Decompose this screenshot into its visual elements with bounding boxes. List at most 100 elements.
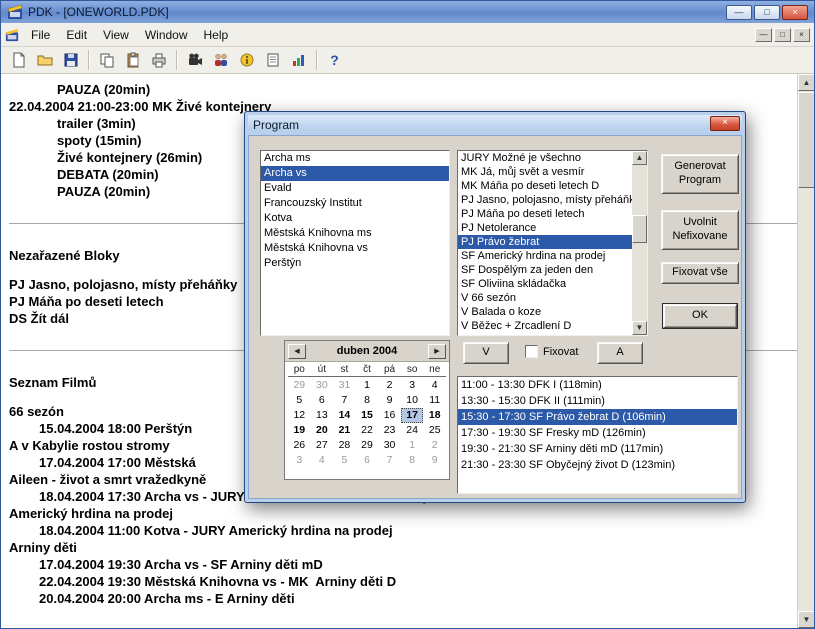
dialog-close-button[interactable]: × [710,116,740,131]
schedule-listbox[interactable]: 11:00 - 13:30 DFK I (118min) 13:30 - 15:3… [457,376,738,494]
calendar-day[interactable]: 26 [288,438,311,453]
schedule-item[interactable]: 15:30 - 17:30 SF Právo žebrat D (106min) [458,409,737,425]
mdi-restore-button[interactable]: □ [774,27,791,42]
menu-item[interactable]: View [95,25,137,45]
calendar-next-month-icon[interactable]: ▶ [428,343,446,359]
schedule-item[interactable]: 19:30 - 21:30 SF Arniny děti mD (117min) [458,441,737,457]
paste-button[interactable] [120,48,145,72]
open-folder-button[interactable] [32,48,57,72]
calendar-day[interactable]: 5 [288,393,311,408]
report-button[interactable] [260,48,285,72]
menu-item[interactable]: File [23,25,58,45]
film-item[interactable]: JURY Možné je všechno [458,151,632,165]
calendar-day[interactable]: 6 [311,393,334,408]
ok-button[interactable]: OK [662,303,738,329]
document-vertical-scrollbar[interactable]: ▲ ▼ [797,74,814,628]
calendar-day[interactable]: 18 [423,408,446,423]
schedule-item[interactable]: 11:00 - 13:30 DFK I (118min) [458,377,737,393]
film-item[interactable]: PJ Jasno, polojasno, místy přeháňky [458,193,632,207]
calendar-day[interactable]: 2 [423,438,446,453]
help-button[interactable]: ? [322,48,347,72]
calendar-day[interactable]: 3 [288,453,311,468]
schedule-item[interactable]: 13:30 - 15:30 DFK II (111min) [458,393,737,409]
venue-item[interactable]: Perštýn [261,256,449,271]
venue-item[interactable]: Městská Knihovna vs [261,241,449,256]
calendar-day[interactable]: 11 [423,393,446,408]
venue-item[interactable]: Archa ms [261,151,449,166]
schedule-item[interactable]: 17:30 - 19:30 SF Fresky mD (126min) [458,425,737,441]
calendar-day[interactable]: 23 [378,423,401,438]
scroll-up-icon[interactable]: ▲ [798,74,814,91]
calendar-day[interactable]: 30 [311,378,334,393]
calendar-day[interactable]: 21 [333,423,356,438]
film-item[interactable]: V Balada o koze [458,305,632,319]
schedule-item[interactable]: 21:30 - 23:30 SF Obyčejný život D (123mi… [458,457,737,473]
mdi-child-icon[interactable] [5,28,19,42]
calendar-day[interactable]: 15 [356,408,379,423]
film-item[interactable]: PJ Netolerance [458,221,632,235]
menu-item[interactable]: Edit [58,25,95,45]
chart-button[interactable] [286,48,311,72]
new-document-button[interactable] [6,48,31,72]
scroll-down-icon[interactable]: ▼ [798,611,814,628]
scroll-down-icon[interactable]: ▼ [632,321,647,335]
venue-item[interactable]: Kotva [261,211,449,226]
calendar-day[interactable]: 29 [288,378,311,393]
calendar-day[interactable]: 31 [333,378,356,393]
film-list-scrollbar[interactable]: ▲ ▼ [632,151,647,335]
a-button[interactable]: A [597,342,643,364]
calendar-day[interactable]: 20 [311,423,334,438]
film-item[interactable]: PJ Právo žebrat [458,235,632,249]
save-button[interactable] [58,48,83,72]
venue-item[interactable]: Francouzský Institut [261,196,449,211]
film-item[interactable]: MK Já, můj svět a vesmír [458,165,632,179]
film-item[interactable]: V 66 sezón [458,291,632,305]
calendar-day[interactable]: 6 [356,453,379,468]
fixovat-checkbox[interactable]: Fixovat [525,345,578,358]
venue-item[interactable]: Archa vs [261,166,449,181]
venue-listbox[interactable]: Archa ms Archa vs Evald Francouzský Institu… [260,150,450,336]
mdi-minimize-button[interactable]: — [755,27,772,42]
calendar-day[interactable]: 14 [333,408,356,423]
film-item[interactable]: SF Americký hrdina na prodej [458,249,632,263]
calendar-day[interactable]: 4 [311,453,334,468]
calendar-day[interactable]: 13 [311,408,334,423]
film-item[interactable]: MK Máňa po deseti letech D [458,179,632,193]
calendar-day[interactable]: 27 [311,438,334,453]
calendar-day[interactable]: 29 [356,438,379,453]
copy-button[interactable] [94,48,119,72]
menu-item[interactable]: Window [137,25,196,45]
calendar-day[interactable]: 17 [400,408,424,423]
calendar-day[interactable]: 4 [423,378,446,393]
film-item[interactable]: V Běžec + Zrcadlení D [458,319,632,333]
film-item[interactable]: SF Dospělým za jeden den [458,263,632,277]
fix-all-button[interactable]: Fixovat vše [661,262,739,284]
calendar-day[interactable]: 25 [423,423,446,438]
calendar-day[interactable]: 5 [333,453,356,468]
calendar-day[interactable]: 1 [356,378,379,393]
scroll-up-icon[interactable]: ▲ [632,151,647,165]
calendar-day[interactable]: 22 [356,423,379,438]
menu-item[interactable]: Help [196,25,237,45]
calendar-day[interactable]: 8 [401,453,424,468]
calendar-day[interactable]: 28 [333,438,356,453]
calendar-day[interactable]: 7 [333,393,356,408]
film-item[interactable]: SF Oliviina skládačka [458,277,632,291]
calendar-day[interactable]: 24 [401,423,424,438]
people-button[interactable] [208,48,233,72]
calendar-day[interactable]: 19 [288,423,311,438]
calendar-day[interactable]: 12 [288,408,311,423]
film-item[interactable]: PJ Máňa po deseti letech [458,207,632,221]
calendar-day[interactable]: 10 [401,393,424,408]
calendar-day[interactable]: 3 [401,378,424,393]
venue-item[interactable]: Evald [261,181,449,196]
calendar-day[interactable]: 9 [423,453,446,468]
maximize-button[interactable]: □ [754,4,780,20]
calendar-day[interactable]: 1 [401,438,424,453]
calendar-day[interactable]: 7 [378,453,401,468]
movie-camera-button[interactable] [182,48,207,72]
calendar-prev-month-icon[interactable]: ◀ [288,343,306,359]
calendar-day[interactable]: 30 [378,438,401,453]
calendar-day[interactable]: 9 [378,393,401,408]
release-unfixed-button[interactable]: Uvolnit Nefixovane [661,210,739,250]
